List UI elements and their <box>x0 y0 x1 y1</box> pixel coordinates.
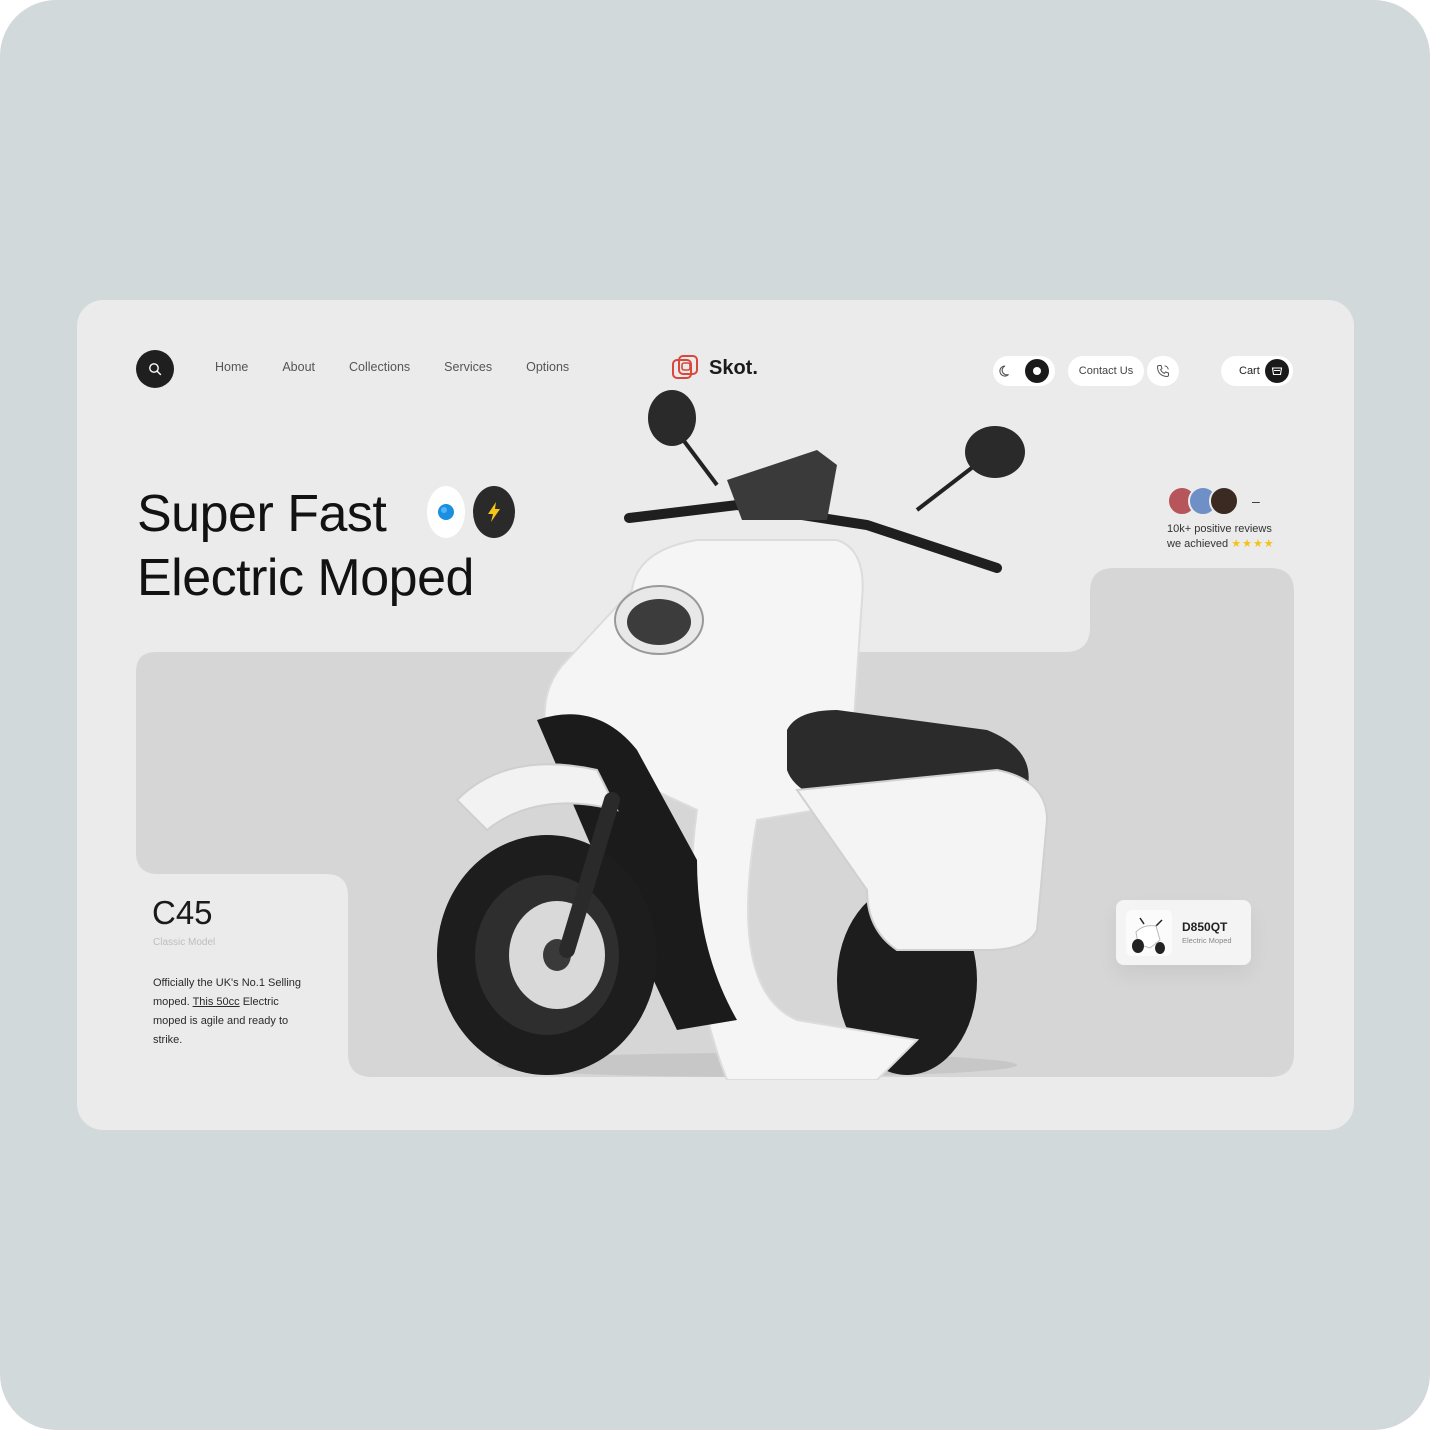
landing-card: Home About Collections Services Options … <box>77 300 1354 1130</box>
reviews-text-line1: 10k+ positive reviews <box>1167 523 1272 535</box>
reviews-text: 10k+ positive reviews we achieved ★★★★ <box>1167 522 1275 552</box>
search-button[interactable] <box>136 350 174 388</box>
reviewer-avatars: – <box>1167 486 1275 516</box>
search-icon <box>149 363 162 376</box>
nav-home[interactable]: Home <box>215 360 248 374</box>
model-description-link[interactable]: This 50cc <box>193 996 240 1008</box>
phone-button[interactable] <box>1147 356 1179 386</box>
reviews-block: – 10k+ positive reviews we achieved ★★★★ <box>1167 486 1275 552</box>
product-thumbnail <box>1126 909 1172 956</box>
reviews-text-line2: we achieved <box>1167 538 1229 550</box>
model-subtitle: Classic Model <box>153 937 216 948</box>
cart-icon <box>1271 367 1283 376</box>
moped-image <box>437 390 1049 1080</box>
nav-about[interactable]: About <box>282 360 315 374</box>
logo-icon <box>672 355 698 379</box>
rating-stars: ★★★★ <box>1231 538 1275 550</box>
contact-us-button[interactable]: Contact Us <box>1068 356 1144 386</box>
reviews-more-indicator: – <box>1252 493 1260 509</box>
cart-label: Cart <box>1239 365 1260 377</box>
sun-toggle-dot <box>1025 359 1049 383</box>
phone-icon <box>1156 365 1169 378</box>
avatar <box>1209 486 1239 516</box>
sun-icon <box>1033 367 1041 375</box>
theme-toggle[interactable] <box>993 356 1055 386</box>
moped-thumbnail-icon <box>1132 917 1165 954</box>
brand-logo[interactable]: Skot. <box>671 354 758 382</box>
moon-icon <box>999 365 1009 377</box>
nav-services[interactable]: Services <box>444 360 492 374</box>
cart-icon-dot <box>1265 359 1289 383</box>
model-description: Officially the UK's No.1 Selling moped. … <box>153 974 313 1050</box>
product-card[interactable]: D850QT Electric Moped <box>1116 900 1251 965</box>
nav-options[interactable]: Options <box>526 360 569 374</box>
nav-collections[interactable]: Collections <box>349 360 410 374</box>
product-name: D850QT <box>1182 920 1228 934</box>
contact-us-label: Contact Us <box>1078 365 1134 377</box>
model-name: C45 <box>152 894 213 931</box>
cart-button[interactable]: Cart <box>1221 356 1293 386</box>
main-nav: Home About Collections Services Options <box>215 360 569 374</box>
brand-name: Skot. <box>709 356 758 379</box>
product-subtitle: Electric Moped <box>1182 936 1232 945</box>
